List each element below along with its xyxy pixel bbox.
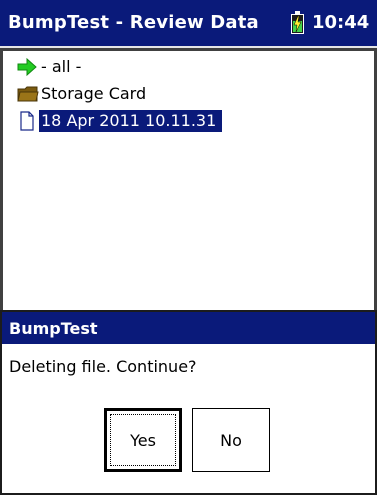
window-title: BumpTest - Review Data	[8, 12, 259, 33]
list-item-storage-card[interactable]: Storage Card	[17, 83, 152, 105]
bolt-icon	[293, 16, 302, 32]
no-button[interactable]: No	[192, 408, 270, 472]
list-item-label: 18 Apr 2011 10.11.31	[39, 110, 223, 132]
title-bar: BumpTest - Review Data 10:44	[0, 0, 377, 48]
dialog-title: BumpTest	[9, 319, 98, 338]
battery-charging-icon	[291, 11, 304, 34]
green-arrow-icon	[17, 57, 39, 77]
folder-icon	[17, 84, 39, 104]
yes-button[interactable]: Yes	[104, 408, 182, 472]
dialog-title-bar: BumpTest	[2, 312, 375, 344]
list-item-file[interactable]: 18 Apr 2011 10.11.31	[17, 110, 223, 132]
list-item-label: - all -	[41, 57, 82, 76]
clock[interactable]: 10:44	[312, 12, 369, 33]
device-screen: BumpTest - Review Data 10:44 - all - Sto…	[0, 0, 377, 495]
list-item-label: Storage Card	[41, 84, 147, 103]
document-icon	[17, 111, 39, 131]
dialog-message: Deleting file. Continue?	[9, 357, 197, 376]
list-item-all[interactable]: - all -	[17, 56, 87, 78]
confirm-dialog: BumpTest Deleting file. Continue? Yes No	[0, 310, 377, 495]
file-list[interactable]: - all - Storage Card 18 Apr 2011 10.11.3…	[0, 48, 377, 310]
